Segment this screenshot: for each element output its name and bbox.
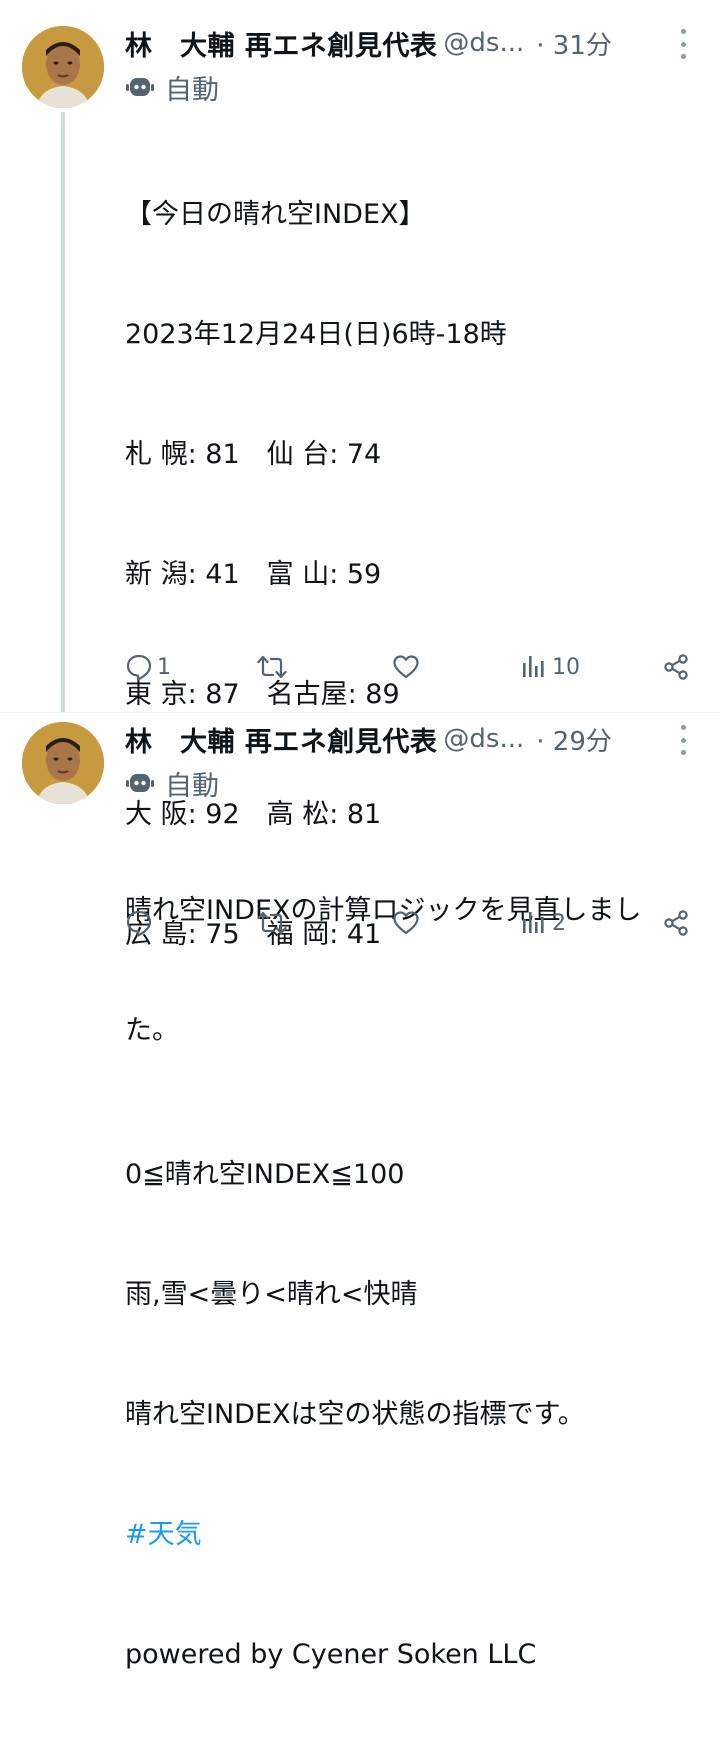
tweet-header: 林 大輔 再エネ創見代表 @ds... · 31分 xyxy=(125,23,720,63)
retweet-icon xyxy=(257,655,287,679)
tweet-1[interactable]: 林 大輔 再エネ創見代表 @ds... · 31分 自動 【今日の晴れ空INDE… xyxy=(0,0,720,1670)
views-icon xyxy=(523,912,544,933)
like-button[interactable] xyxy=(392,647,424,687)
text-line: 札 幌: 81 仙 台: 74 xyxy=(125,439,382,470)
user-handle[interactable]: @ds... xyxy=(443,28,524,58)
action-bar: 2 xyxy=(125,903,690,943)
display-name[interactable]: 林 大輔 再エネ創見代表 xyxy=(125,720,437,759)
share-button[interactable] xyxy=(662,903,690,943)
share-button[interactable] xyxy=(662,647,690,687)
retweet-button[interactable] xyxy=(257,647,291,687)
text-line: 2023年12月24日(日)6時-18時 xyxy=(125,319,507,350)
views-count: 10 xyxy=(552,654,580,680)
action-bar: 1 10 xyxy=(125,647,690,687)
display-name[interactable]: 林 大輔 再エネ創見代表 xyxy=(125,24,437,63)
text-line: 0≦晴れ空INDEX≦100 xyxy=(125,1159,405,1190)
robot-icon xyxy=(126,774,154,792)
like-icon xyxy=(393,911,419,935)
timestamp[interactable]: · 29分 xyxy=(536,721,612,758)
like-icon xyxy=(393,655,419,679)
share-icon xyxy=(664,910,688,936)
more-icon[interactable] xyxy=(676,29,690,59)
tweet-text: 晴れ空INDEXの計算ロジックを見直しまし た。 xyxy=(125,811,700,1131)
like-button[interactable] xyxy=(392,903,424,943)
automated-label-row: 自動 xyxy=(125,69,219,106)
share-icon xyxy=(664,654,688,680)
text-line: た。 xyxy=(125,1015,179,1046)
avatar-photo xyxy=(22,26,104,108)
text-line: 新 潟: 41 富 山: 59 xyxy=(125,559,382,590)
reply-count: 1 xyxy=(157,654,171,680)
hashtag-link[interactable]: #天気 xyxy=(125,1515,700,1555)
robot-icon xyxy=(126,78,154,96)
tweet-2[interactable]: 林 大輔 再エネ創見代表 @ds... · 29分 自動 晴れ空INDEXの計算… xyxy=(0,712,720,1046)
tweet-header: 林 大輔 再エネ創見代表 @ds... · 29分 xyxy=(125,719,720,759)
automated-label: 自動 xyxy=(165,770,219,802)
avatar[interactable] xyxy=(22,26,104,108)
automated-label: 自動 xyxy=(165,74,219,106)
more-icon[interactable] xyxy=(676,725,690,755)
retweet-button[interactable] xyxy=(257,903,291,943)
text-line: 雨,雪<曇り<晴れ<快晴 xyxy=(125,1279,418,1310)
views-count: 2 xyxy=(552,910,566,936)
avatar-photo xyxy=(22,722,104,804)
reply-button[interactable] xyxy=(125,903,157,943)
text-line: powered by Cyener Soken LLC xyxy=(125,1639,537,1670)
views-icon xyxy=(523,656,544,677)
reply-icon xyxy=(126,654,152,681)
reply-button[interactable]: 1 xyxy=(125,647,171,687)
views-button[interactable]: 2 xyxy=(520,903,566,943)
timestamp[interactable]: · 31分 xyxy=(536,25,612,62)
text-line: 晴れ空INDEXは空の状態の指標です。 xyxy=(125,1399,585,1430)
retweet-icon xyxy=(257,911,287,935)
automated-label-row: 自動 xyxy=(125,765,219,802)
avatar[interactable] xyxy=(22,722,104,804)
thread-line xyxy=(61,112,65,712)
views-button[interactable]: 10 xyxy=(520,647,580,687)
text-line: 【今日の晴れ空INDEX】 xyxy=(125,199,426,230)
user-handle[interactable]: @ds... xyxy=(443,724,524,754)
reply-icon xyxy=(126,910,152,937)
